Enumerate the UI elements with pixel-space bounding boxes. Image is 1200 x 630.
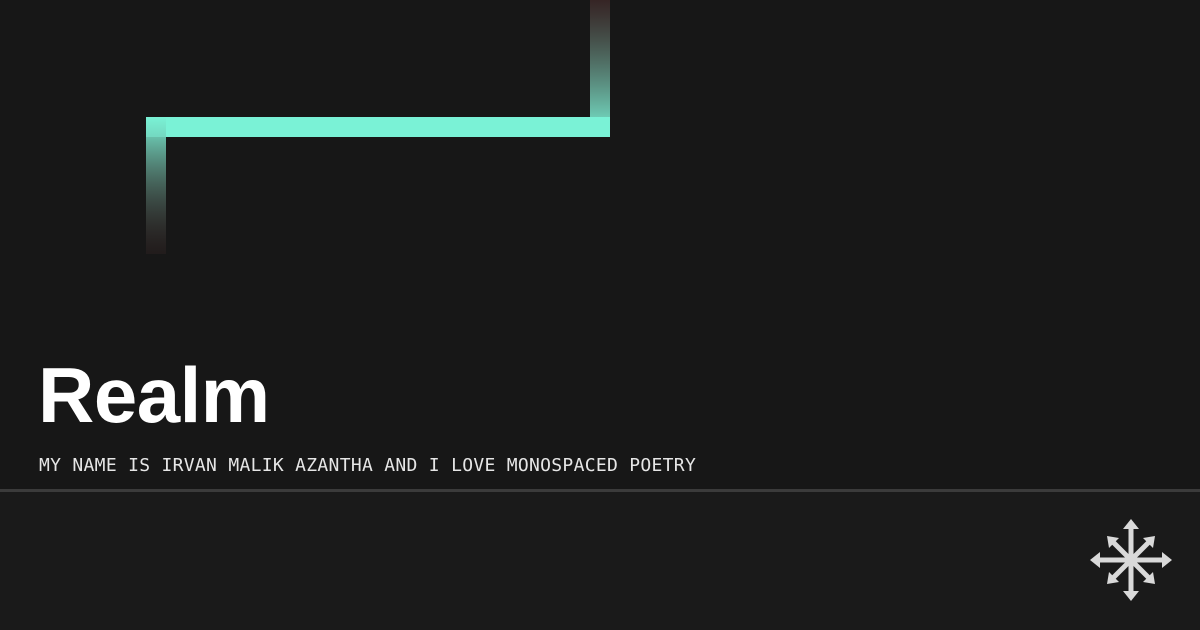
footer-bar [0, 492, 1200, 630]
page-subtitle: MY NAME IS IRVAN MALIK AZANTHA AND I LOV… [39, 455, 697, 476]
accent-vertical-bottom [146, 117, 166, 254]
og-card: Realm MY NAME IS IRVAN MALIK AZANTHA AND… [0, 0, 1200, 630]
accent-horizontal [146, 117, 610, 137]
zigzag-accent-line [146, 0, 610, 254]
compass-arrows-icon [1090, 519, 1172, 601]
accent-vertical-top [590, 0, 610, 137]
page-title: Realm [38, 351, 270, 439]
